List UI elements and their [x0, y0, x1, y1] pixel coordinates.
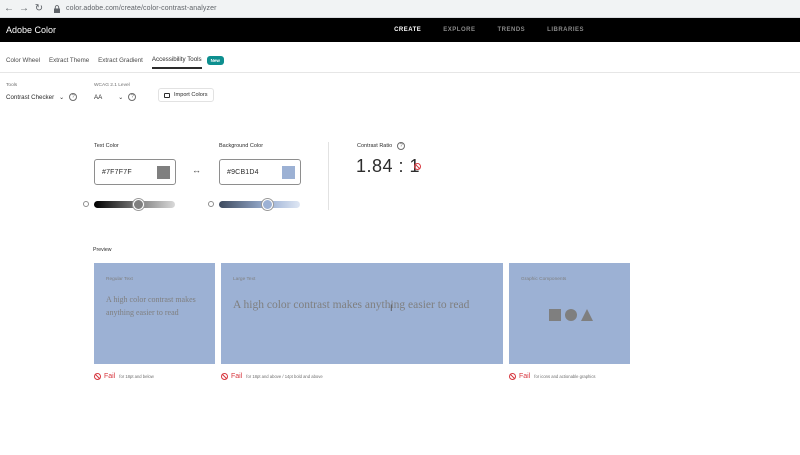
result-note: for icons and actionable graphics	[534, 374, 596, 379]
card-title: Large Text	[233, 277, 256, 282]
large-text-sample: A high color contrast makes anything eas…	[233, 299, 470, 311]
help-icon[interactable]: ?	[397, 142, 406, 150]
import-colors-button[interactable]: Import Colors	[158, 88, 214, 102]
text-color-swatch[interactable]	[157, 165, 170, 179]
app-header: Adobe Color CREATE EXPLORE TRENDS LIBRAR…	[0, 18, 800, 42]
text-color-field[interactable]: #7F7F7F	[94, 159, 176, 185]
result-status: Fail	[104, 373, 116, 380]
card-title: Graphic Components	[521, 277, 567, 282]
text-cursor-icon: I	[390, 303, 393, 313]
new-badge: New	[206, 55, 224, 65]
fail-icon	[94, 373, 101, 380]
background-color-field[interactable]: #9CB1D4	[219, 159, 301, 185]
nav-libraries[interactable]: LIBRARIES	[547, 27, 584, 33]
fail-icon	[221, 373, 228, 380]
background-color-swatch[interactable]	[282, 165, 295, 179]
contrast-ratio-header: Contrast Ratio ?	[357, 142, 406, 150]
tools-dropdown[interactable]: Contrast Checker ⌄ ?	[6, 93, 78, 101]
result-status: Fail	[519, 373, 531, 380]
forward-icon[interactable]: →	[18, 3, 30, 15]
nav-create[interactable]: CREATE	[394, 27, 421, 33]
fail-icon	[509, 373, 516, 380]
graphic-components-result: Fail for icons and actionable graphics	[509, 373, 596, 380]
tab-extract-theme[interactable]: Extract Theme	[49, 57, 89, 68]
lock-icon	[54, 4, 60, 13]
tabs-divider	[0, 72, 800, 73]
graphic-components-card: Graphic Components	[509, 263, 630, 364]
brightness-icon	[208, 201, 214, 207]
background-color-slider-thumb[interactable]	[262, 199, 274, 210]
tools-value: Contrast Checker	[6, 93, 55, 101]
nav-explore[interactable]: EXPLORE	[443, 27, 475, 33]
background-color-label: Background Color	[219, 143, 264, 149]
wcag-dropdown[interactable]: AA ⌄ ?	[94, 93, 137, 101]
section-divider	[328, 142, 329, 210]
tab-color-wheel[interactable]: Color Wheel	[6, 57, 40, 68]
large-text-card: Large Text A high color contrast makes a…	[221, 263, 503, 364]
fail-icon	[414, 163, 421, 170]
text-color-label: Text Color	[94, 143, 119, 149]
large-text-result: Fail for 18pt and above / 14pt bold and …	[221, 373, 323, 380]
result-status: Fail	[231, 373, 243, 380]
preview-label: Preview	[93, 247, 112, 253]
import-icon	[164, 92, 170, 98]
background-color-hex: #9CB1D4	[227, 168, 259, 176]
brand-title[interactable]: Adobe Color	[6, 25, 56, 35]
brightness-icon	[83, 201, 89, 207]
wcag-value: AA	[94, 93, 103, 101]
square-icon	[549, 309, 561, 321]
address-bar[interactable]: color.adobe.com/create/color-contrast-an…	[53, 2, 217, 15]
wcag-label: WCAG 2.1 Level	[94, 83, 130, 88]
tools-label: Tools	[6, 83, 18, 88]
back-icon[interactable]: ←	[3, 3, 15, 15]
chevron-down-icon: ⌄	[59, 94, 65, 101]
help-icon[interactable]: ?	[69, 93, 78, 101]
triangle-icon	[581, 309, 593, 321]
tab-accessibility-tools[interactable]: Accessibility Tools	[151, 56, 202, 69]
text-color-slider-thumb[interactable]	[133, 199, 145, 210]
browser-toolbar: ← → ↻ color.adobe.com/create/color-contr…	[0, 0, 800, 18]
contrast-ratio-value: 1.84 : 1	[356, 156, 421, 176]
top-nav: CREATE EXPLORE TRENDS LIBRARIES	[394, 18, 584, 42]
regular-text-card: Regular Text A high color contrast makes…	[94, 263, 215, 364]
reload-icon[interactable]: ↻	[33, 3, 45, 15]
result-note: for 18pt and below	[119, 374, 154, 379]
tool-tabs: Color Wheel Extract Theme Extract Gradie…	[0, 53, 224, 71]
help-icon[interactable]: ?	[128, 93, 137, 101]
tab-extract-gradient[interactable]: Extract Gradient	[98, 57, 143, 68]
nav-trends[interactable]: TRENDS	[497, 27, 525, 33]
regular-text-result: Fail for 18pt and below	[94, 373, 154, 380]
text-color-hex: #7F7F7F	[102, 168, 132, 176]
result-note: for 18pt and above / 14pt bold and above	[246, 374, 323, 379]
background-color-slider[interactable]	[219, 199, 300, 210]
import-colors-label: Import Colors	[174, 92, 208, 98]
card-title: Regular Text	[106, 277, 133, 282]
text-color-slider[interactable]	[94, 199, 175, 210]
swap-icon[interactable]: ↔	[192, 165, 201, 175]
url-text: color.adobe.com/create/color-contrast-an…	[66, 5, 217, 12]
graphic-shapes	[549, 309, 593, 321]
circle-icon	[565, 309, 577, 321]
regular-text-sample: A high color contrast makes anything eas…	[106, 295, 196, 317]
chevron-down-icon: ⌄	[118, 94, 124, 101]
contrast-ratio-label: Contrast Ratio	[357, 143, 393, 149]
